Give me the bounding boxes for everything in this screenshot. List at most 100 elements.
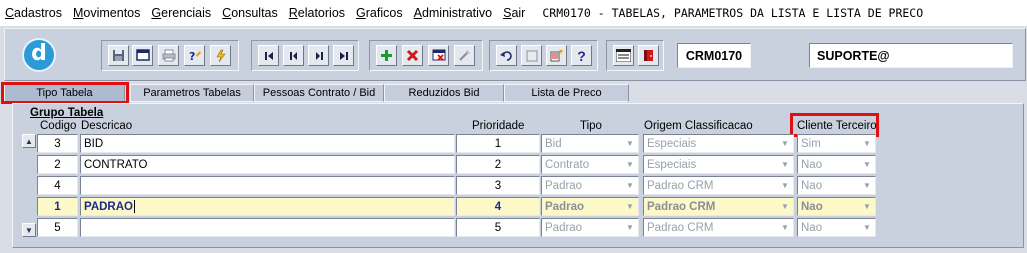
- codigo-cell[interactable]: 3: [37, 134, 78, 153]
- chevron-down-icon[interactable]: ▼: [623, 157, 637, 172]
- tab-parametros-tabelas[interactable]: Parametros Tabelas: [130, 84, 254, 102]
- tipo-select[interactable]: Contrato ▼: [541, 155, 639, 174]
- chevron-down-icon[interactable]: ▼: [623, 136, 637, 151]
- first-record-icon[interactable]: [258, 45, 279, 66]
- group-title: Grupo Tabela: [30, 107, 104, 119]
- tipo-select[interactable]: Padrao ▼: [541, 176, 639, 195]
- descricao-cell[interactable]: CONTRATO: [80, 155, 455, 174]
- chevron-down-icon[interactable]: ▼: [778, 178, 792, 193]
- menu-consultas[interactable]: Consultas: [222, 6, 278, 20]
- insert-record-icon[interactable]: [376, 45, 397, 66]
- descricao-cell[interactable]: [80, 218, 455, 237]
- window-title: CRM0170 - TABELAS, PARAMETROS DA LISTA E…: [542, 6, 924, 20]
- menu-bar: Cadastros Movimentos Gerenciais Consulta…: [0, 0, 1027, 26]
- chevron-down-icon[interactable]: ▼: [623, 178, 637, 193]
- chevron-down-icon[interactable]: ▼: [860, 220, 874, 235]
- undo-icon[interactable]: [496, 45, 517, 66]
- toolbar: d ? ? CRM0170 SUPORTE@: [4, 28, 1026, 81]
- header-codigo: Codigo: [40, 120, 77, 132]
- descricao-cell[interactable]: PADRAO: [80, 197, 455, 216]
- header-origem: Origem Classificacao: [644, 120, 753, 132]
- clear-record-icon[interactable]: [428, 45, 449, 66]
- header-prioridade: Prioridade: [472, 120, 525, 132]
- tab-pessoas-contrato-bid[interactable]: Pessoas Contrato / Bid: [254, 84, 384, 102]
- delete-record-icon[interactable]: [402, 45, 423, 66]
- form-code-field: CRM0170: [677, 43, 751, 68]
- chevron-down-icon[interactable]: ▼: [778, 136, 792, 151]
- codigo-cell[interactable]: 4: [37, 176, 78, 195]
- tipo-select[interactable]: Padrao ▼: [541, 197, 639, 216]
- menu-movimentos[interactable]: Movimentos: [73, 6, 140, 20]
- chevron-down-icon[interactable]: ▼: [623, 199, 637, 214]
- codigo-cell[interactable]: 5: [37, 218, 78, 237]
- scroll-up-icon[interactable]: ▲: [22, 134, 36, 148]
- prioridade-cell[interactable]: 2: [456, 155, 540, 174]
- origem-select[interactable]: Especiais ▼: [643, 134, 794, 153]
- help-icon[interactable]: ?: [571, 45, 592, 66]
- previous-record-icon[interactable]: [283, 45, 304, 66]
- codigo-cell[interactable]: 1: [37, 197, 78, 216]
- svg-text:?: ?: [189, 50, 195, 63]
- prioridade-cell[interactable]: 3: [456, 176, 540, 195]
- tipo-select[interactable]: Bid ▼: [541, 134, 639, 153]
- cliente-terceiro-select[interactable]: Nao ▼: [797, 197, 876, 216]
- text-cursor: [133, 200, 135, 213]
- menu-gerenciais[interactable]: Gerenciais: [151, 6, 211, 20]
- cliente-terceiro-select[interactable]: Nao ▼: [797, 176, 876, 195]
- toolbar-group-file: ?: [101, 40, 239, 71]
- chevron-down-icon[interactable]: ▼: [778, 157, 792, 172]
- cliente-terceiro-select[interactable]: Nao ▼: [797, 218, 876, 237]
- chevron-down-icon[interactable]: ▼: [860, 136, 874, 151]
- execute-query-icon[interactable]: [210, 45, 231, 66]
- header-descricao: Descricao: [81, 120, 133, 132]
- scroll-down-icon[interactable]: ▼: [22, 223, 36, 237]
- origem-select[interactable]: Padrao CRM ▼: [643, 176, 794, 195]
- menu-icon[interactable]: [613, 45, 634, 66]
- scrollbar[interactable]: ▲ ▼: [22, 134, 36, 237]
- menu-graficos[interactable]: Graficos: [356, 6, 403, 20]
- origem-select[interactable]: Padrao CRM ▼: [643, 218, 794, 237]
- window-icon[interactable]: [132, 45, 153, 66]
- user-field: SUPORTE@: [809, 43, 1013, 68]
- menu-administrativo[interactable]: Administrativo: [414, 6, 493, 20]
- print-icon[interactable]: [158, 45, 179, 66]
- codigo-cell[interactable]: 2: [37, 155, 78, 174]
- last-record-icon[interactable]: [333, 45, 354, 66]
- toolbar-group-edit: ?: [489, 40, 598, 71]
- menu-relatorios[interactable]: Relatorios: [289, 6, 345, 20]
- origem-select[interactable]: Padrao CRM ▼: [643, 197, 794, 216]
- descricao-cell[interactable]: BID: [80, 134, 455, 153]
- app-logo: d: [22, 38, 56, 72]
- origem-select[interactable]: Especiais ▼: [643, 155, 794, 174]
- prioridade-cell[interactable]: 5: [456, 218, 540, 237]
- menu-cadastros[interactable]: Cadastros: [5, 6, 62, 20]
- prioridade-cell[interactable]: 4: [456, 197, 540, 216]
- toolbar-group-navigation: [251, 40, 359, 71]
- duplicate-icon[interactable]: [454, 45, 475, 66]
- grupo-tabela-panel: Grupo Tabela Codigo Descricao Prioridade…: [12, 103, 1024, 248]
- list-values-icon[interactable]: [546, 45, 567, 66]
- tab-strip: Tipo Tabela Parametros Tabelas Pessoas C…: [0, 82, 1027, 104]
- tipo-select[interactable]: Padrao ▼: [541, 218, 639, 237]
- query-icon[interactable]: ?: [184, 45, 205, 66]
- highlight-box-tab: [1, 82, 129, 104]
- tab-lista-de-preco[interactable]: Lista de Preco: [504, 84, 629, 102]
- exit-icon[interactable]: [638, 45, 659, 66]
- chevron-down-icon[interactable]: ▼: [778, 220, 792, 235]
- chevron-down-icon[interactable]: ▼: [623, 220, 637, 235]
- next-record-icon[interactable]: [308, 45, 329, 66]
- prioridade-cell[interactable]: 1: [456, 134, 540, 153]
- toolbar-group-window: [606, 40, 664, 71]
- header-tipo: Tipo: [580, 120, 602, 132]
- menu-sair[interactable]: Sair: [503, 6, 525, 20]
- clipboard-icon[interactable]: [521, 45, 542, 66]
- save-icon[interactable]: [108, 45, 129, 66]
- chevron-down-icon[interactable]: ▼: [860, 157, 874, 172]
- chevron-down-icon[interactable]: ▼: [860, 199, 874, 214]
- cliente-terceiro-select[interactable]: Nao ▼: [797, 155, 876, 174]
- chevron-down-icon[interactable]: ▼: [860, 178, 874, 193]
- tab-reduzidos-bid[interactable]: Reduzidos Bid: [384, 84, 504, 102]
- cliente-terceiro-select[interactable]: Sim ▼: [797, 134, 876, 153]
- descricao-cell[interactable]: [80, 176, 455, 195]
- chevron-down-icon[interactable]: ▼: [778, 199, 792, 214]
